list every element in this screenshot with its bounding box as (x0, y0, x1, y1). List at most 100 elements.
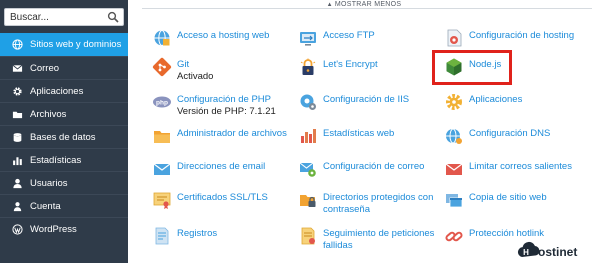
protected-dirs-icon (298, 190, 318, 210)
sidebar-item-label: Archivos (30, 108, 67, 120)
tool-php-settings[interactable]: php Configuración de PHP Versión de PHP: … (152, 92, 276, 118)
sidebar-item-label: Usuarios (30, 177, 68, 189)
sidebar-item-label: Aplicaciones (30, 85, 84, 97)
tool-label: Configuración de correo (323, 161, 425, 172)
tool-label: Direcciones de email (177, 161, 266, 172)
sidebar-item-account[interactable]: Cuenta (0, 194, 128, 217)
tool-label: Configuración de PHP (177, 94, 271, 105)
tools-panel: ▲ MOSTRAR MENOS Acceso a hosting web Acce… (128, 0, 600, 263)
file-manager-icon (152, 126, 172, 146)
show-less-label: MOSTRAR MENOS (334, 1, 402, 8)
database-icon (12, 132, 23, 143)
user-icon (12, 178, 23, 189)
hostinet-logo: H ostinet (516, 238, 600, 263)
sidebar-item-label: Cuenta (30, 200, 61, 212)
bar-chart-icon (12, 155, 23, 166)
nodejs-highlight-frame (432, 50, 512, 85)
tool-failed-requests[interactable]: Seguimiento de peticiones fallidas (298, 226, 434, 252)
tool-git[interactable]: Git Activado (152, 57, 213, 83)
sidebar-item-users[interactable]: Usuarios (0, 171, 128, 194)
sidebar-item-wordpress[interactable]: WordPress (0, 217, 128, 240)
iis-icon (298, 92, 318, 112)
svg-text:H: H (523, 248, 529, 257)
account-icon (12, 201, 23, 212)
tool-status: Activado (177, 71, 214, 82)
sidebar-item-mail[interactable]: Correo (0, 56, 128, 79)
lets-encrypt-icon (298, 57, 318, 77)
hosting-settings-icon (444, 28, 464, 48)
tool-label: Administrador de archivos (177, 128, 287, 139)
tool-label: Acceso a hosting web (177, 30, 270, 41)
tool-logs[interactable]: Registros (152, 226, 217, 246)
tool-website-copy[interactable]: Copia de sitio web (444, 190, 547, 210)
tool-label: Certificados SSL/TLS (177, 192, 268, 203)
sidebar-item-label: Sitios web y dominios (30, 39, 122, 50)
ssl-certificate-icon (152, 190, 172, 210)
logs-icon (152, 226, 172, 246)
tool-label: Copia de sitio web (469, 192, 547, 203)
tool-ssl-certificates[interactable]: Certificados SSL/TLS (152, 190, 268, 210)
sidebar-item-websites-domains[interactable]: Sitios web y dominios (0, 33, 128, 56)
tool-label: Configuración de hosting (469, 30, 575, 41)
search-icon[interactable] (107, 11, 119, 23)
svg-text:ostinet: ostinet (538, 245, 577, 259)
php-icon: php (152, 92, 172, 112)
tool-file-manager[interactable]: Administrador de archivos (152, 126, 287, 146)
tool-email-addresses[interactable]: Direcciones de email (152, 159, 265, 179)
globe-icon (12, 39, 23, 50)
tool-label: Git (177, 59, 190, 70)
tool-label: Let's Encrypt (323, 59, 378, 70)
ftp-icon (298, 28, 318, 48)
folder-icon (12, 109, 23, 120)
tool-label: Registros (177, 228, 218, 239)
tool-label: Configuración de IIS (323, 94, 410, 105)
mail-icon (12, 63, 23, 74)
email-addresses-icon (152, 159, 172, 179)
tool-label-line-1: Directorios protegidos con (323, 192, 434, 203)
git-icon (152, 57, 172, 77)
sidebar-item-label: Correo (30, 62, 60, 74)
website-copy-icon (444, 190, 464, 210)
sidebar-item-statistics[interactable]: Estadísticas (0, 148, 128, 171)
tool-web-statistics[interactable]: Estadísticas web (298, 126, 394, 146)
tool-hosting-access[interactable]: Acceso a hosting web (152, 28, 269, 48)
tool-label: Limitar correos salientes (469, 161, 572, 172)
sidebar-item-label: WordPress (30, 223, 77, 235)
tool-label: Acceso FTP (323, 30, 375, 41)
svg-text:php: php (156, 99, 168, 106)
tool-label-line-2: fallidas (323, 240, 353, 251)
hosting-access-icon (152, 28, 172, 48)
sidebar-item-label: Bases de datos (30, 131, 96, 143)
tool-lets-encrypt[interactable]: Let's Encrypt (298, 57, 378, 77)
search-input[interactable] (5, 9, 105, 25)
sidebar-item-databases[interactable]: Bases de datos (0, 125, 128, 148)
tool-mail-settings[interactable]: Configuración de correo (298, 159, 424, 179)
tool-label: Aplicaciones (469, 94, 523, 105)
search-box (4, 8, 124, 26)
sidebar-item-files[interactable]: Archivos (0, 102, 128, 125)
mail-settings-icon (298, 159, 318, 179)
sidebar-item-label: Estadísticas (30, 154, 82, 166)
limit-mail-icon (444, 159, 464, 179)
tool-label: Estadísticas web (323, 128, 395, 139)
caret-up-icon: ▲ (326, 2, 333, 8)
sidebar-item-applications[interactable]: Aplicaciones (0, 79, 128, 102)
tool-label-line-1: Seguimiento de peticiones (323, 228, 435, 239)
failed-requests-icon (298, 226, 318, 246)
sidebar: Sitios web y dominios Correo Aplicacione… (0, 0, 128, 263)
tool-iis-settings[interactable]: Configuración de IIS (298, 92, 409, 112)
gear-icon (12, 86, 23, 97)
tool-dns-settings[interactable]: Configuración DNS (444, 126, 550, 146)
wordpress-icon (12, 223, 23, 235)
applications-icon (444, 92, 464, 112)
tool-limit-outgoing-mail[interactable]: Limitar correos salientes (444, 159, 572, 179)
dns-icon (444, 126, 464, 146)
show-less-toggle[interactable]: ▲ MOSTRAR MENOS (128, 1, 600, 8)
tool-protected-directories[interactable]: Directorios protegidos con contraseña (298, 190, 433, 216)
tool-hosting-settings[interactable]: Configuración de hosting (444, 28, 574, 48)
tool-applications[interactable]: Aplicaciones (444, 92, 522, 112)
tool-label: Configuración DNS (469, 128, 551, 139)
hotlink-protection-icon (444, 226, 464, 246)
tool-ftp-access[interactable]: Acceso FTP (298, 28, 375, 48)
web-stats-icon (298, 126, 318, 146)
